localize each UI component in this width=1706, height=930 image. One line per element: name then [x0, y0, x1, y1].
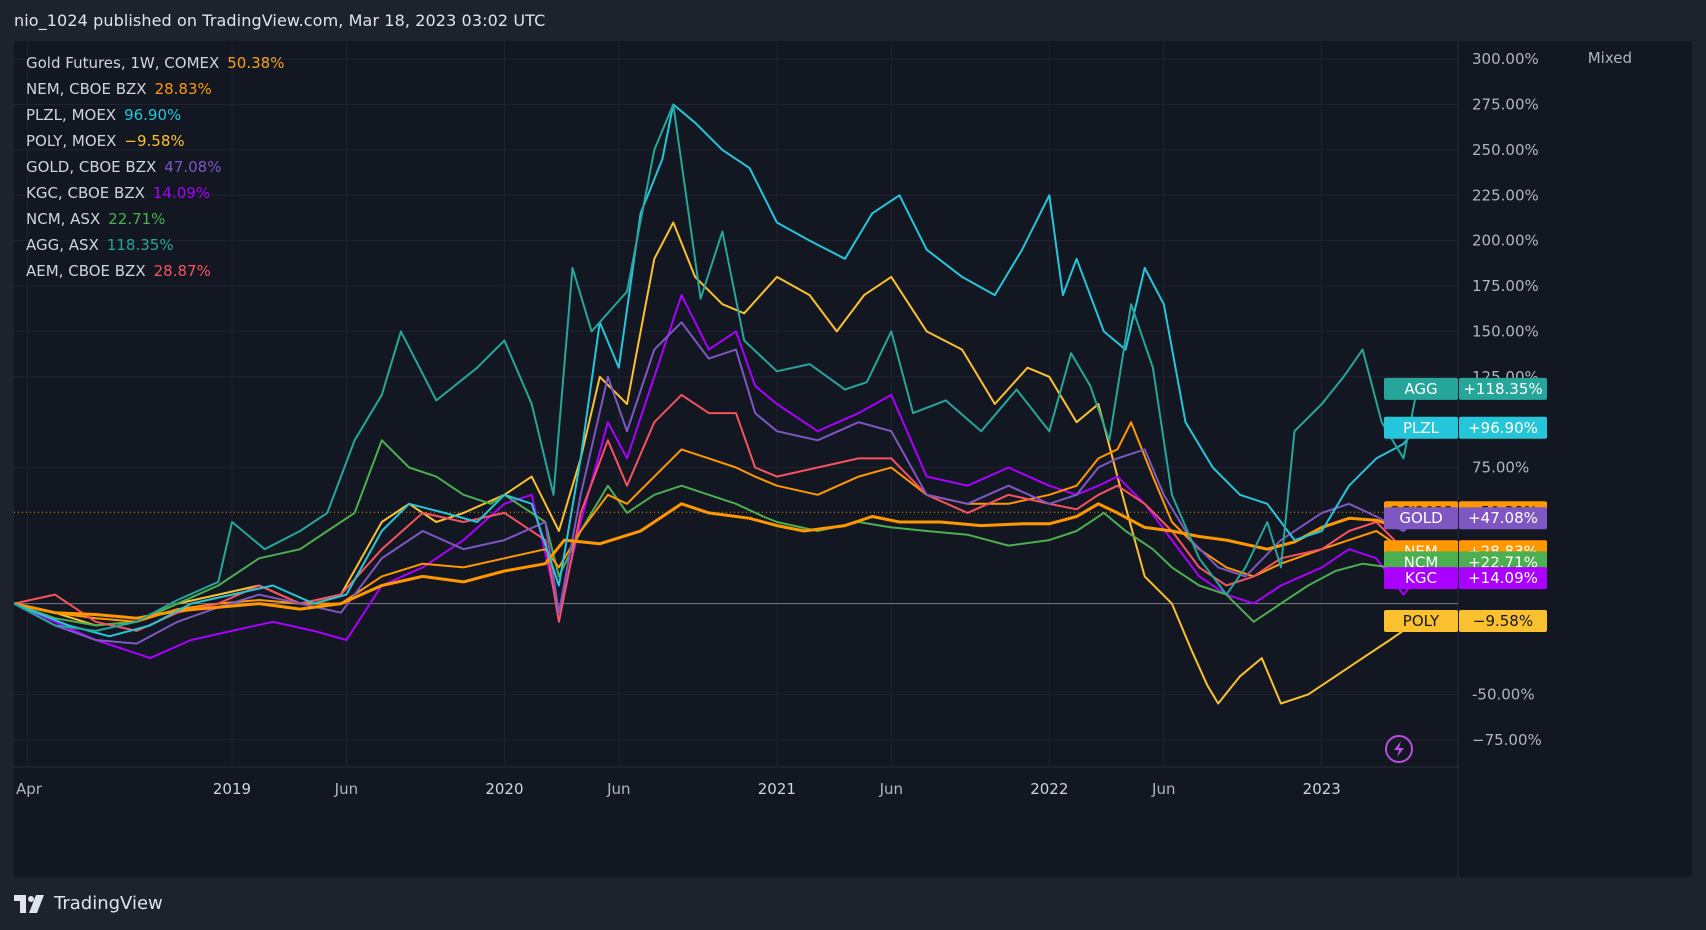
badge-value: +96.90%: [1468, 419, 1538, 437]
badge-layer: AGG+118.35%PLZL+96.90%GCJ2023+50.38%GOLD…: [1384, 377, 1547, 633]
legend-item[interactable]: Gold Futures, 1W, COMEX 50.38%: [26, 50, 284, 76]
y-tick-label: 250.00%: [1472, 141, 1539, 159]
legend-item[interactable]: NCM, ASX 22.71%: [26, 206, 284, 232]
x-tick-label: Jun: [606, 780, 630, 798]
price-badge-poly: POLY −9.58%: [1384, 610, 1547, 633]
legend-item-name: NEM, CBOE BZX: [26, 80, 147, 98]
series-line-poly: [14, 221, 1418, 705]
legend-item-value: 14.09%: [152, 184, 211, 202]
footer: TradingView: [14, 893, 163, 914]
series-line-nem: [14, 421, 1418, 623]
x-tick-label: Jun: [334, 780, 358, 798]
x-tick-label: 2021: [758, 780, 796, 798]
x-tick-label: Jun: [1151, 780, 1175, 798]
y-tick-label: 200.00%: [1472, 232, 1539, 250]
legend-item[interactable]: PLZL, MOEX 96.90%: [26, 102, 284, 128]
legend-item[interactable]: POLY, MOEX −9.58%: [26, 128, 284, 154]
y-tick-label: −75.00%: [1472, 731, 1542, 749]
legend-item[interactable]: AGG, ASX 118.35%: [26, 232, 284, 258]
legend-item-value: 28.87%: [153, 262, 211, 280]
x-tick-label: Jun: [879, 780, 903, 798]
footer-brand: TradingView: [54, 893, 163, 914]
x-tick-label: 2023: [1303, 780, 1341, 798]
x-tick-label: Apr: [16, 780, 43, 798]
chart-frame[interactable]: 300.00% 275.00% 250.00% 225.00% 200.00% 175.0…: [14, 41, 1692, 877]
y-tick-label: 150.00%: [1472, 322, 1539, 340]
legend-item-value: 22.71%: [108, 210, 166, 228]
scale-mode-label[interactable]: Mixed: [1588, 49, 1632, 67]
legend-item[interactable]: AEM, CBOE BZX 28.87%: [26, 258, 284, 284]
legend-item[interactable]: KGC, CBOE BZX 14.09%: [26, 180, 284, 206]
legend-item-name: Gold Futures, 1W, COMEX: [26, 54, 220, 72]
badge-value: +118.35%: [1463, 380, 1542, 398]
x-tick-label: 2022: [1030, 780, 1068, 798]
price-badge-gold: GOLD +47.08%: [1384, 507, 1547, 530]
badge-value: +14.09%: [1468, 569, 1538, 587]
legend-item-value: 50.38%: [227, 54, 285, 72]
price-badge-kgc: KGC +14.09%: [1384, 567, 1547, 590]
badge-value: +47.08%: [1468, 509, 1538, 527]
badge-name: GOLD: [1399, 509, 1442, 527]
legend-item[interactable]: GOLD, CBOE BZX 47.08%: [26, 154, 284, 180]
tradingview-logo-icon: [14, 894, 44, 913]
x-tick-label: 2019: [213, 780, 251, 798]
badge-name: POLY: [1403, 612, 1440, 630]
legend-item-name: AEM, CBOE BZX: [26, 262, 146, 280]
legend: Gold Futures, 1W, COMEX 50.38% NEM, CBOE B…: [26, 50, 284, 284]
price-badge-plzl: PLZL +96.90%: [1384, 416, 1547, 439]
badge-name: KGC: [1405, 569, 1437, 587]
legend-item-name: GOLD, CBOE BZX: [26, 158, 157, 176]
y-tick-label: -50.00%: [1472, 685, 1535, 703]
y-tick-label: 225.00%: [1472, 186, 1539, 204]
badge-name: PLZL: [1403, 419, 1440, 437]
y-tick-label: 300.00%: [1472, 50, 1539, 68]
legend-item-name: POLY, MOEX: [26, 132, 117, 150]
legend-item-value: −9.58%: [124, 132, 185, 150]
legend-item-value: 28.83%: [154, 80, 212, 98]
series-line-ncm: [14, 439, 1418, 627]
legend-item[interactable]: NEM, CBOE BZX 28.83%: [26, 76, 284, 102]
y-tick-label: 75.00%: [1472, 459, 1529, 477]
x-tick-label: 2020: [485, 780, 523, 798]
legend-item-name: PLZL, MOEX: [26, 106, 117, 124]
y-tick-label: 275.00%: [1472, 96, 1539, 114]
legend-item-value: 96.90%: [124, 106, 182, 124]
legend-item-value: 47.08%: [164, 158, 222, 176]
y-tick-label: 175.00%: [1472, 277, 1539, 295]
legend-item-name: KGC, CBOE BZX: [26, 184, 145, 202]
badge-value: −9.58%: [1473, 612, 1533, 630]
legend-item-value: 118.35%: [106, 236, 174, 254]
legend-item-name: AGG, ASX: [26, 236, 99, 254]
price-badge-agg: AGG +118.35%: [1384, 377, 1547, 400]
legend-item-name: NCM, ASX: [26, 210, 101, 228]
publish-header: nio_1024 published on TradingView.com, M…: [14, 11, 546, 30]
badge-name: AGG: [1404, 380, 1437, 398]
